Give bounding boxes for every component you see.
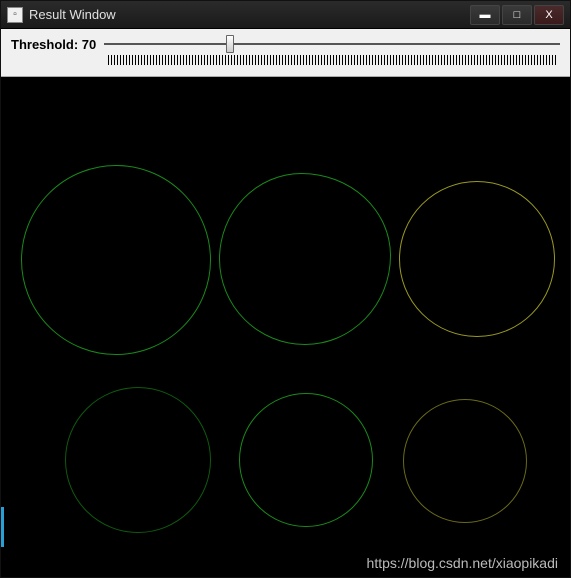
- circle-top-right: [399, 181, 555, 337]
- window-controls: ▬ □ X: [470, 5, 564, 25]
- slider-thumb[interactable]: [226, 35, 234, 53]
- toolbar: Threshold: 70: [1, 29, 570, 77]
- circle-top-left: [21, 165, 211, 355]
- circle-bottom-right: [403, 399, 527, 523]
- circle-bottom-middle: [239, 393, 373, 527]
- threshold-label: Threshold: 70: [11, 35, 96, 52]
- minimize-button[interactable]: ▬: [470, 5, 500, 25]
- threshold-slider[interactable]: [104, 35, 560, 65]
- app-icon: ▫: [7, 7, 23, 23]
- circle-top-middle: [219, 173, 391, 345]
- watermark: https://blog.csdn.net/xiaopikadi: [367, 555, 558, 571]
- titlebar[interactable]: ▫ Result Window ▬ □ X: [1, 1, 570, 29]
- maximize-button[interactable]: □: [502, 5, 532, 25]
- left-accent: [1, 507, 4, 547]
- slider-ticks: [108, 55, 556, 65]
- circle-bottom-left: [65, 387, 211, 533]
- result-canvas: https://blog.csdn.net/xiaopikadi: [1, 77, 570, 577]
- slider-track[interactable]: [104, 35, 560, 53]
- app-window: ▫ Result Window ▬ □ X Threshold: 70 http…: [0, 0, 571, 578]
- slider-line: [104, 43, 560, 45]
- close-button[interactable]: X: [534, 5, 564, 25]
- window-title: Result Window: [29, 7, 470, 22]
